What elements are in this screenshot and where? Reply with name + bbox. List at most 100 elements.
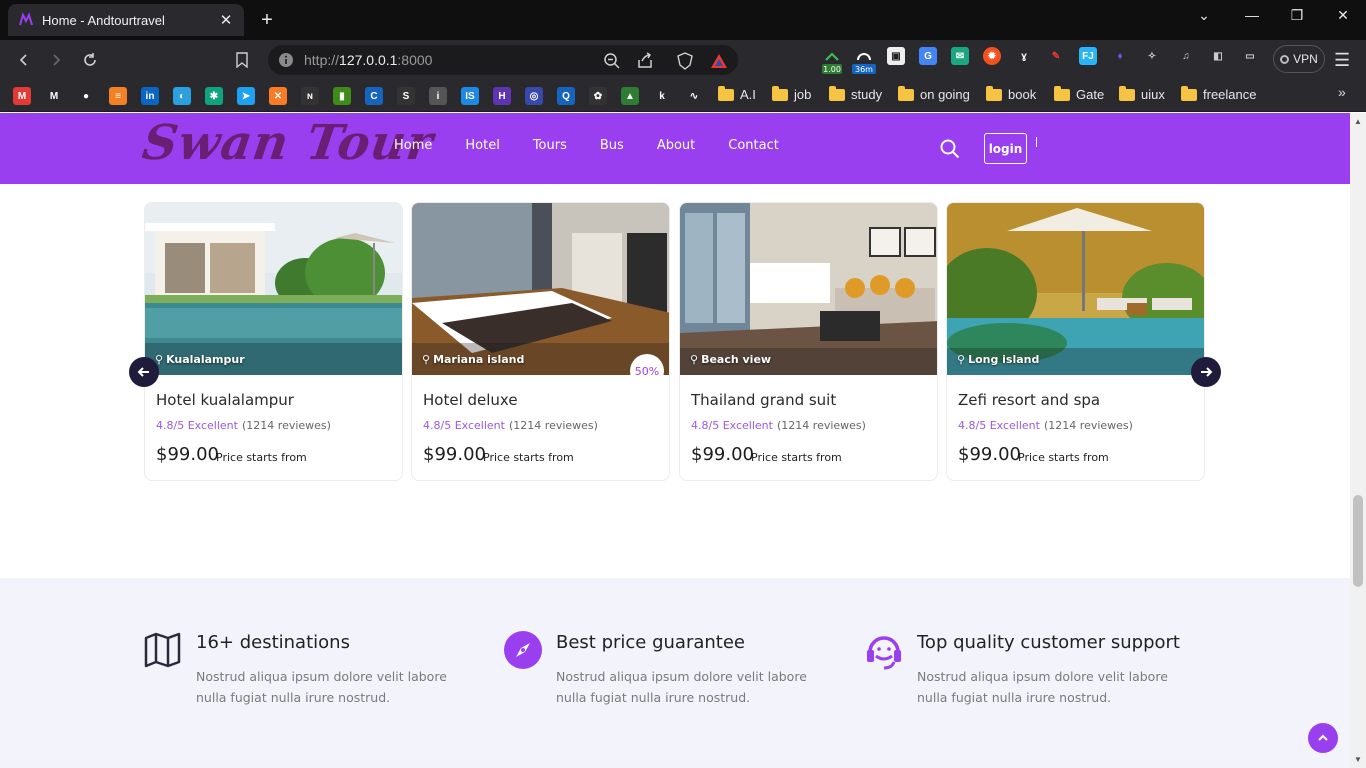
menu-icon[interactable]: ☰ bbox=[1334, 50, 1350, 71]
arrow-left-icon bbox=[137, 367, 149, 377]
features-section: 16+ destinations Nostrud aliqua ipsum do… bbox=[0, 578, 1350, 768]
translate-icon[interactable]: G bbox=[919, 47, 937, 65]
reload-icon[interactable] bbox=[78, 48, 102, 72]
info-icon[interactable]: i bbox=[429, 87, 447, 105]
bookmark-folder[interactable]: freelance bbox=[1181, 85, 1257, 102]
restore-icon[interactable]: ❐ bbox=[1287, 7, 1307, 24]
extensions-puzzle-icon[interactable]: ✧ bbox=[1143, 47, 1161, 65]
address-bar[interactable]: http://127.0.0.1:8000 bbox=[268, 45, 738, 75]
browser-toolbar: http://127.0.0.1:8000 1.00 36m ▣ G ✉ ✹ ɣ… bbox=[0, 40, 1366, 80]
dark-site-icon[interactable]: ɴ bbox=[301, 87, 319, 105]
back-to-top-button[interactable] bbox=[1308, 723, 1338, 753]
browser-tab[interactable]: Home - Andtourtravel ✕ bbox=[8, 4, 244, 36]
scrollbar-thumb[interactable] bbox=[1353, 495, 1363, 587]
bookmark-folder[interactable]: Gate bbox=[1054, 85, 1104, 102]
bookmark-folder[interactable]: book bbox=[986, 85, 1036, 102]
cg-icon[interactable]: ◎ bbox=[525, 87, 543, 105]
new-tab-button[interactable]: + bbox=[256, 9, 278, 32]
site-logo[interactable]: Swan Tour bbox=[139, 115, 437, 171]
back-icon[interactable] bbox=[12, 48, 36, 72]
bars-icon[interactable]: ▮ bbox=[333, 87, 351, 105]
hotel-price: $99.00 bbox=[691, 444, 754, 465]
more-bookmarks-icon[interactable]: » bbox=[1338, 84, 1346, 100]
wallet-icon[interactable]: ▭ bbox=[1241, 47, 1259, 65]
q-icon[interactable]: Q bbox=[557, 87, 575, 105]
carousel-next-button[interactable] bbox=[1191, 357, 1221, 387]
bookmark-folder[interactable]: study bbox=[829, 85, 882, 102]
location-pin-icon: ⚲ bbox=[690, 353, 699, 366]
pen-ext-icon[interactable]: ✎ bbox=[1047, 47, 1065, 65]
github-icon[interactable]: ● bbox=[77, 87, 95, 105]
extension-window-icon[interactable]: ▣ bbox=[887, 47, 905, 65]
nav-tours[interactable]: Tours bbox=[533, 138, 567, 153]
openai-icon[interactable]: ✿ bbox=[589, 87, 607, 105]
close-tab-icon[interactable]: ✕ bbox=[218, 11, 234, 29]
forward-icon[interactable] bbox=[44, 48, 68, 72]
linkedin-icon[interactable]: in bbox=[141, 87, 159, 105]
music-icon[interactable]: ♫ bbox=[1177, 47, 1195, 65]
drop-ext-icon[interactable]: ♦ bbox=[1111, 47, 1129, 65]
hotel-card[interactable]: ⚲ Kualalampur Hotel kualalampur 4.8/5 Exc… bbox=[144, 202, 403, 481]
hotel-photo-grand-suite bbox=[680, 203, 937, 375]
scroll-down-icon[interactable]: ▼ bbox=[1354, 755, 1362, 764]
s-icon[interactable]: S bbox=[397, 87, 415, 105]
hotel-card[interactable]: ⚲ Mariana island 50% Hotel deluxe 4.8/5 E… bbox=[411, 202, 670, 481]
page-scrollbar[interactable]: ▲ ▼ bbox=[1350, 113, 1366, 768]
h-icon[interactable]: H bbox=[493, 87, 511, 105]
hotel-name[interactable]: Hotel deluxe bbox=[423, 391, 518, 409]
hotel-card[interactable]: ⚲ Long island Zefi resort and spa 4.8/5 E… bbox=[946, 202, 1205, 481]
c-icon[interactable]: C bbox=[365, 87, 383, 105]
zoom-icon[interactable] bbox=[603, 52, 621, 70]
extension-1-icon[interactable]: 1.00 bbox=[822, 50, 842, 74]
sidebar-icon[interactable]: ◧ bbox=[1209, 47, 1227, 65]
bookmark-folder[interactable]: uiux bbox=[1119, 85, 1165, 102]
login-button[interactable]: login bbox=[984, 133, 1027, 164]
search-icon[interactable] bbox=[940, 139, 960, 164]
mail-ext-icon[interactable]: ✉ bbox=[951, 47, 969, 65]
bookmark-folder[interactable]: job bbox=[772, 85, 811, 102]
extension-2-icon[interactable]: 36m bbox=[852, 50, 876, 74]
close-window-icon[interactable]: ✕ bbox=[1333, 7, 1353, 24]
hotel-card[interactable]: ⚲ Beach view Thailand grand suit 4.8/5 Ex… bbox=[679, 202, 938, 481]
site-info-icon[interactable] bbox=[278, 52, 294, 68]
gmail-icon[interactable]: M bbox=[13, 87, 31, 105]
carousel-prev-button[interactable] bbox=[129, 357, 159, 387]
drive-icon[interactable]: ▲ bbox=[621, 87, 639, 105]
price-note: Price starts from bbox=[751, 451, 842, 464]
price-note: Price starts from bbox=[483, 451, 574, 464]
gmail-m-icon[interactable]: M bbox=[45, 87, 63, 105]
hotel-name[interactable]: Thailand grand suit bbox=[691, 391, 836, 409]
nav-home[interactable]: Home bbox=[394, 138, 432, 153]
orange-ext-icon[interactable]: ✹ bbox=[983, 47, 1001, 65]
hotel-name[interactable]: Hotel kualalampur bbox=[156, 391, 294, 409]
minimize-icon[interactable]: — bbox=[1242, 7, 1262, 23]
bookmark-page-icon[interactable] bbox=[230, 48, 254, 72]
dark-ext-icon[interactable]: ɣ bbox=[1015, 47, 1033, 65]
is-icon[interactable]: IS bbox=[461, 87, 479, 105]
bookmark-folder-label: freelance bbox=[1203, 87, 1257, 102]
discount-badge: 50% bbox=[630, 354, 664, 388]
bookmark-folder[interactable]: on going bbox=[898, 85, 970, 102]
tab-search-icon[interactable]: ⌄ bbox=[1194, 7, 1214, 24]
main-nav: Home Hotel Tours Bus About Contact bbox=[394, 138, 812, 153]
scroll-up-icon[interactable]: ▲ bbox=[1354, 117, 1362, 126]
nav-about[interactable]: About bbox=[657, 138, 695, 153]
brave-rewards-icon[interactable] bbox=[710, 52, 728, 70]
chatgpt-icon[interactable]: ✱ bbox=[205, 87, 223, 105]
nav-contact[interactable]: Contact bbox=[728, 138, 779, 153]
brave-shield-icon[interactable] bbox=[676, 52, 694, 70]
edge-icon[interactable]: ◐ bbox=[173, 87, 191, 105]
stackoverflow-icon[interactable]: ≡ bbox=[109, 87, 127, 105]
nav-hotel[interactable]: Hotel bbox=[465, 138, 499, 153]
fj-ext-icon[interactable]: FJ bbox=[1079, 47, 1097, 65]
xampp-icon[interactable]: ✕ bbox=[269, 87, 287, 105]
nav-bus[interactable]: Bus bbox=[600, 138, 624, 153]
k-icon[interactable]: k bbox=[653, 87, 671, 105]
hotel-name[interactable]: Zefi resort and spa bbox=[958, 391, 1100, 409]
bookmark-folder-label: A.I bbox=[740, 87, 756, 102]
spiral-icon[interactable]: ∿ bbox=[685, 87, 703, 105]
bookmark-folder[interactable]: A.I bbox=[718, 85, 756, 102]
vpn-button[interactable]: VPN bbox=[1273, 45, 1325, 73]
share-icon[interactable] bbox=[636, 52, 654, 70]
bird-icon[interactable]: ➤ bbox=[237, 87, 255, 105]
